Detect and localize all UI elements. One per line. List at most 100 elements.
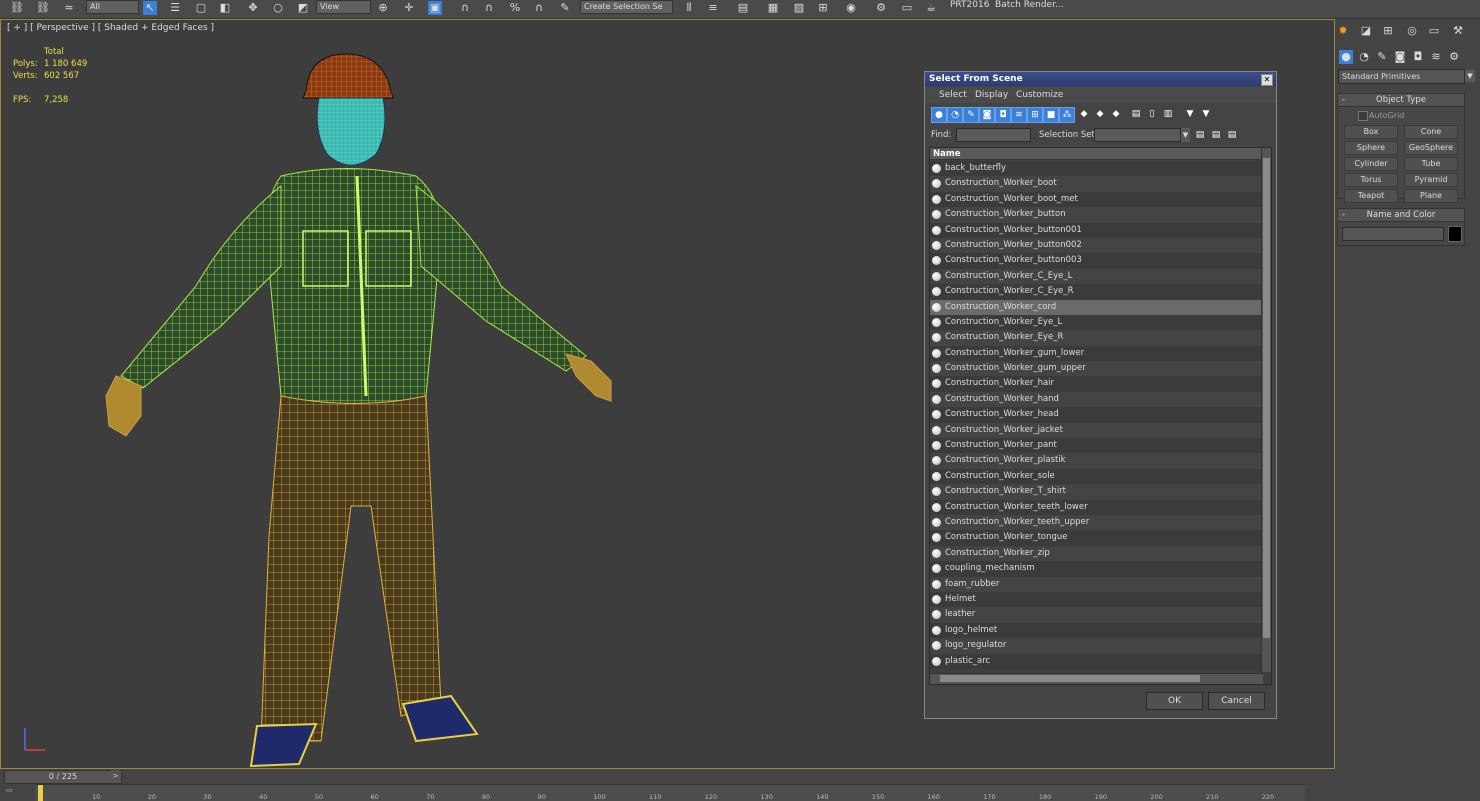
align-icon[interactable]: ≡ xyxy=(706,1,720,15)
list-item[interactable]: leather xyxy=(930,607,1263,623)
list-item[interactable]: logo_regulator xyxy=(930,638,1263,654)
list-item[interactable]: foam_rubber xyxy=(930,576,1263,592)
list-item[interactable]: Construction_Worker_button001 xyxy=(930,222,1263,238)
viewport-label[interactable]: [ + ] [ Perspective ] [ Shaded + Edged F… xyxy=(7,23,214,33)
scene-explorer-icon[interactable]: ▦ xyxy=(766,1,780,15)
edit-named-selection-icon[interactable]: ✎ xyxy=(558,1,572,15)
menu-display[interactable]: Display xyxy=(975,90,1008,100)
spinner-snap-icon[interactable]: ∩ xyxy=(532,1,546,15)
list-item[interactable]: Construction_Worker_button003 xyxy=(930,253,1263,269)
select-object-icon[interactable]: ↖ xyxy=(143,1,157,15)
list-item[interactable]: Construction_Worker_hair xyxy=(930,376,1263,392)
list-item[interactable]: Construction_Worker_C_Eye_L xyxy=(930,268,1263,285)
list-item[interactable]: coupling_mechanism xyxy=(930,561,1263,577)
time-next-button[interactable]: > xyxy=(111,770,120,782)
select-manipulate-icon[interactable]: ✛ xyxy=(402,1,416,15)
keyboard-shortcut-override-icon[interactable]: ▣ xyxy=(428,1,442,15)
list-item[interactable]: Construction_Worker_button002 xyxy=(930,237,1263,254)
remove-selection-set-icon[interactable]: ▤ xyxy=(1225,128,1239,142)
rendered-frame-icon[interactable]: ▭ xyxy=(900,1,914,15)
scroll-thumb[interactable] xyxy=(1263,158,1270,638)
list-item[interactable]: logo_helmet xyxy=(930,622,1263,639)
list-item[interactable]: Construction_Worker_zip xyxy=(930,545,1263,562)
menu-select[interactable]: Select xyxy=(939,90,967,100)
display-icon[interactable]: ▭ xyxy=(1427,24,1441,38)
horizontal-scrollbar[interactable] xyxy=(930,673,1263,684)
list-item[interactable]: Construction_Worker_boot_met xyxy=(930,191,1263,208)
autogrid-checkbox[interactable] xyxy=(1358,111,1368,121)
name-and-color-header[interactable]: - Name and Color xyxy=(1338,209,1464,222)
prt-plugin-label[interactable]: PRT2016 xyxy=(950,0,989,14)
display-bones-icon[interactable]: ⁂ xyxy=(1059,107,1075,123)
list-item[interactable]: Construction_Worker_plastik xyxy=(930,453,1263,469)
plane-button[interactable]: Plane xyxy=(1404,189,1458,203)
time-slider[interactable]: 0 / 225 xyxy=(4,770,122,784)
select-invert-icon[interactable]: ▥ xyxy=(1161,107,1175,121)
reference-coordinate-dropdown[interactable]: View xyxy=(316,0,371,14)
rotate-icon[interactable]: ○ xyxy=(271,1,285,15)
list-item[interactable]: Construction_Worker_teeth_lower xyxy=(930,499,1263,515)
filter-options-icon[interactable]: ▼ xyxy=(1199,107,1213,121)
close-icon[interactable]: ✕ xyxy=(1261,74,1273,86)
display-hidden-icon[interactable]: ◆ xyxy=(1109,107,1123,121)
chevron-down-icon[interactable]: ▼ xyxy=(1181,128,1190,142)
frame-ruler[interactable]: 10 20 30 40 50 60 70 80 90 100 110 120 130 140 150 160 1… xyxy=(35,784,1305,801)
scale-icon[interactable]: ◩ xyxy=(296,1,310,15)
move-icon[interactable]: ✥ xyxy=(246,1,260,15)
cameras-icon[interactable]: ◙ xyxy=(1393,50,1407,64)
create-selection-set-icon[interactable]: ▤ xyxy=(1193,128,1207,142)
box-button[interactable]: Box xyxy=(1344,125,1398,139)
primitive-type-dropdown[interactable]: Standard Primitives xyxy=(1338,69,1465,84)
selection-set-input[interactable] xyxy=(1094,128,1181,142)
named-selection-dropdown[interactable]: Create Selection Se xyxy=(580,0,673,14)
current-frame-marker[interactable] xyxy=(38,785,43,801)
lights-icon[interactable]: ✎ xyxy=(1375,50,1389,64)
display-xrefs-icon[interactable]: ■ xyxy=(1043,107,1059,123)
curve-editor-icon[interactable]: ▨ xyxy=(792,1,806,15)
list-item[interactable]: Construction_Worker_pant xyxy=(930,438,1263,454)
list-item[interactable]: Construction_Worker_gum_upper xyxy=(930,361,1263,377)
display-space-warps-icon[interactable]: ≋ xyxy=(1011,107,1027,123)
list-item[interactable]: Construction_Worker_Eye_L xyxy=(930,314,1263,331)
tube-button[interactable]: Tube xyxy=(1404,157,1458,171)
pivot-icon[interactable]: ⊕ xyxy=(376,1,390,15)
display-helpers-icon[interactable]: ◘ xyxy=(995,107,1011,123)
region-select-icon[interactable]: ▢ xyxy=(194,1,208,15)
list-item[interactable]: Construction_Worker_hand xyxy=(930,391,1263,408)
render-setup-icon[interactable]: ⚙ xyxy=(874,1,888,15)
utilities-icon[interactable]: ⚒ xyxy=(1451,24,1465,38)
display-groups-icon[interactable]: ⊞ xyxy=(1027,107,1043,123)
list-item[interactable]: plastic_arc xyxy=(930,653,1263,669)
list-item[interactable]: Construction_Worker_C_Eye_R xyxy=(930,284,1263,300)
display-frozen-icon[interactable]: ◆ xyxy=(1093,107,1107,121)
unlink-icon[interactable]: ⛓ xyxy=(36,1,50,15)
menu-customize[interactable]: Customize xyxy=(1016,90,1063,100)
batch-render-button[interactable]: Batch Render... xyxy=(995,0,1064,14)
schematic-view-icon[interactable]: ⊞ xyxy=(816,1,830,15)
display-geometry-icon[interactable]: ● xyxy=(931,107,947,123)
list-item[interactable]: Construction_Worker_cord xyxy=(930,299,1263,315)
list-item[interactable]: Helmet xyxy=(930,591,1263,608)
list-item[interactable]: back_butterfly xyxy=(930,161,1263,177)
pyramid-button[interactable]: Pyramid xyxy=(1404,173,1458,187)
display-cameras-icon[interactable]: ◙ xyxy=(979,107,995,123)
snap-icon[interactable]: ∩ xyxy=(458,1,472,15)
list-item[interactable]: Construction_Worker_T_shirt xyxy=(930,484,1263,500)
object-name-field[interactable] xyxy=(1342,227,1444,241)
list-item[interactable]: Construction_Worker_teeth_upper xyxy=(930,514,1263,531)
list-item[interactable]: Construction_Worker_button xyxy=(930,207,1263,223)
cylinder-button[interactable]: Cylinder xyxy=(1344,157,1398,171)
ok-button[interactable]: OK xyxy=(1146,692,1203,710)
filter-icon[interactable]: ▼ xyxy=(1183,107,1197,121)
chevron-down-icon[interactable]: ▼ xyxy=(1465,70,1475,82)
bind-space-warp-icon[interactable]: ≈ xyxy=(62,1,76,15)
list-item[interactable]: Construction_Worker_gum_lower xyxy=(930,345,1263,362)
render-icon[interactable]: ☕ xyxy=(924,1,938,15)
layer-manager-icon[interactable]: ▤ xyxy=(736,1,750,15)
sphere-button[interactable]: Sphere xyxy=(1344,141,1398,155)
list-item[interactable]: Construction_Worker_Eye_R xyxy=(930,330,1263,346)
link-icon[interactable]: ⛓ xyxy=(10,1,24,15)
list-item[interactable]: Construction_Worker_sole xyxy=(930,468,1263,485)
list-item[interactable]: Construction_Worker_boot xyxy=(930,176,1263,192)
percent-snap-icon[interactable]: % xyxy=(508,1,522,15)
